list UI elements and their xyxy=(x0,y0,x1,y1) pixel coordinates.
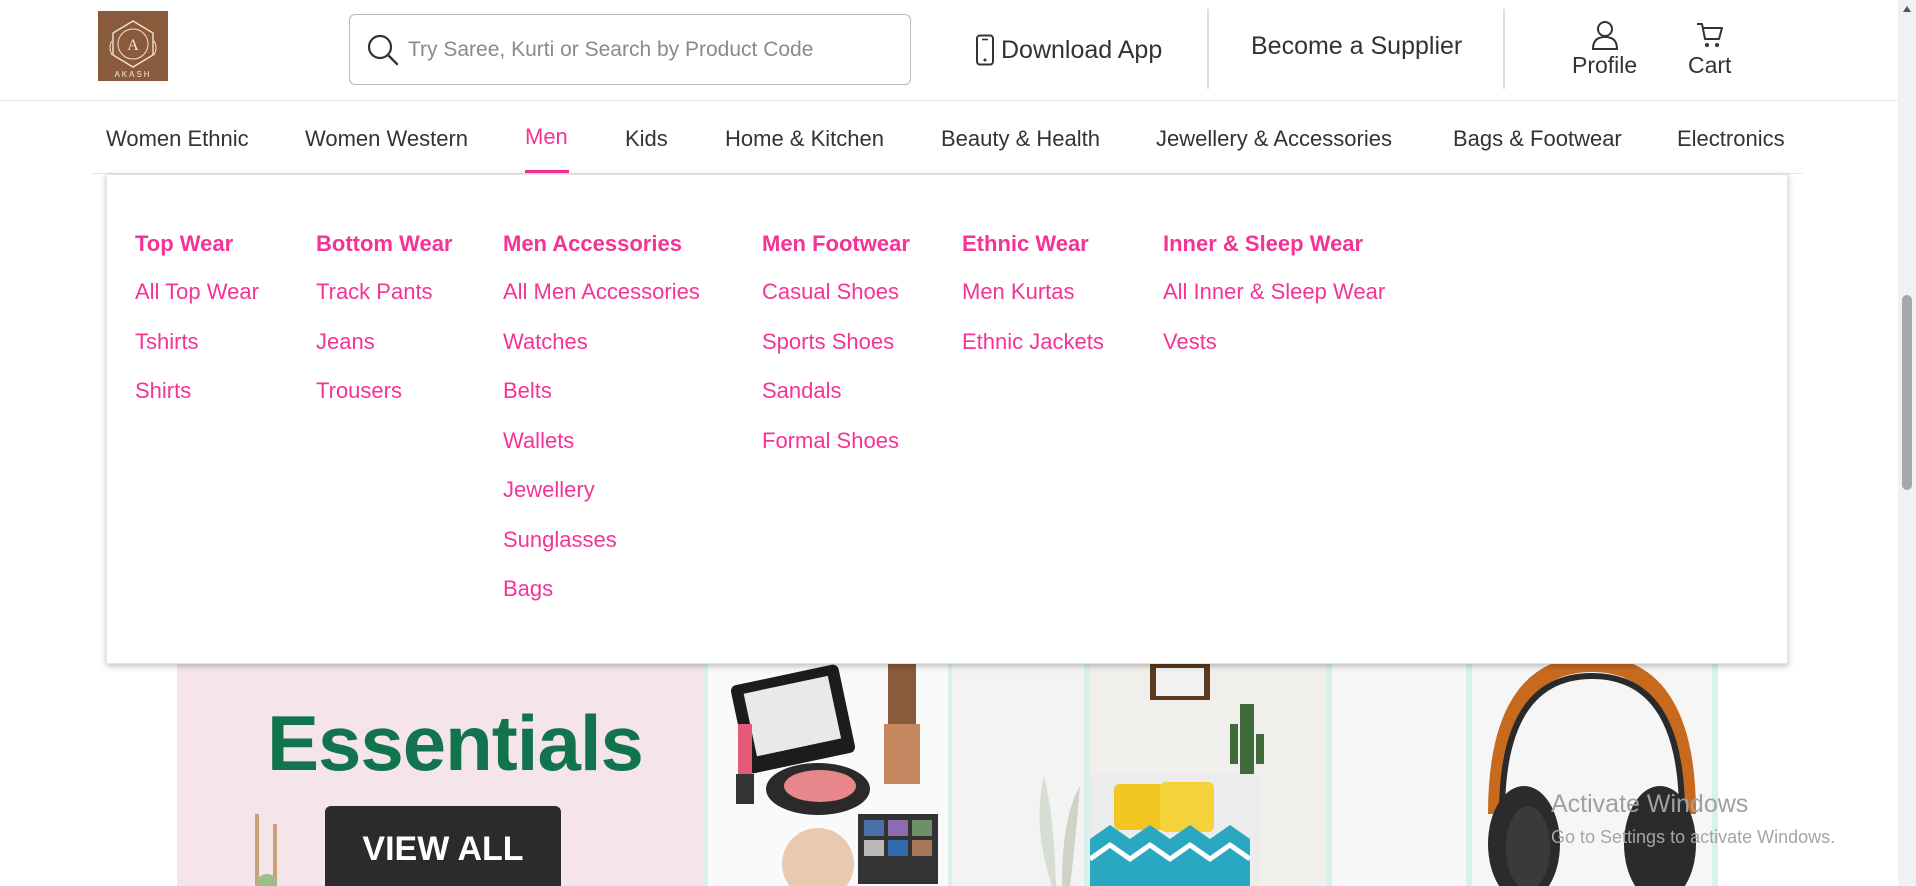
category-beauty-health[interactable]: Beauty & Health xyxy=(941,126,1100,152)
menu-link[interactable]: Casual Shoes xyxy=(762,279,910,329)
windows-activation-watermark: Activate Windows Go to Settings to activ… xyxy=(1551,790,1835,848)
menu-link[interactable]: All Inner & Sleep Wear xyxy=(1163,279,1385,329)
profile-label: Profile xyxy=(1572,52,1638,78)
category-bags-footwear[interactable]: Bags & Footwear xyxy=(1453,126,1622,152)
menu-link[interactable]: Belts xyxy=(503,378,700,428)
menu-heading[interactable]: Men Accessories xyxy=(503,231,700,257)
menu-heading[interactable]: Bottom Wear xyxy=(316,231,453,257)
search-input[interactable] xyxy=(408,37,888,62)
mobile-phone-icon xyxy=(975,34,995,66)
menu-link[interactable]: Watches xyxy=(503,329,700,379)
category-jewellery-accessories[interactable]: Jewellery & Accessories xyxy=(1156,126,1392,152)
bedroom-image xyxy=(1088,664,1264,886)
banner-headline: Essentials xyxy=(267,699,644,787)
menu-column-top-wear: Top Wear All Top Wear Tshirts Shirts xyxy=(135,231,259,428)
site-header: A AKASH Download App Become a Supplier P… xyxy=(0,0,1898,101)
cart-label: Cart xyxy=(1688,52,1732,78)
essentials-banner[interactable]: Essentials VIEW ALL xyxy=(177,664,704,886)
search-box[interactable] xyxy=(349,14,911,85)
category-nav: Women Ethnic Women Western Men Kids Home… xyxy=(92,102,1802,174)
page-scrollbar[interactable] xyxy=(1898,0,1916,886)
menu-link[interactable]: Vests xyxy=(1163,329,1385,379)
electronics-tile[interactable] xyxy=(1466,664,1718,886)
category-women-ethnic[interactable]: Women Ethnic xyxy=(106,126,249,152)
menu-heading[interactable]: Inner & Sleep Wear xyxy=(1163,231,1385,257)
menu-column-men-accessories: Men Accessories All Men Accessories Watc… xyxy=(503,231,700,626)
logo-letter: A xyxy=(127,37,139,54)
category-kids[interactable]: Kids xyxy=(625,126,668,152)
decor-tile xyxy=(952,664,1084,886)
view-all-button[interactable]: VIEW ALL xyxy=(325,806,561,886)
menu-column-ethnic-wear: Ethnic Wear Men Kurtas Ethnic Jackets xyxy=(962,231,1104,378)
plant-decor-image xyxy=(1039,776,1080,886)
download-app-label: Download App xyxy=(1001,35,1163,64)
menu-link[interactable]: All Men Accessories xyxy=(503,279,700,329)
scrollbar-thumb[interactable] xyxy=(1902,295,1912,490)
menu-link[interactable]: Formal Shoes xyxy=(762,428,910,478)
men-mega-menu: Top Wear All Top Wear Tshirts Shirts Bot… xyxy=(106,174,1788,664)
menu-link[interactable]: Bags xyxy=(503,576,700,626)
watermark-title: Activate Windows xyxy=(1551,790,1749,818)
menu-heading[interactable]: Ethnic Wear xyxy=(962,231,1104,257)
profile-icon xyxy=(1590,18,1620,50)
menu-link[interactable]: Ethnic Jackets xyxy=(962,329,1104,379)
menu-column-bottom-wear: Bottom Wear Track Pants Jeans Trousers xyxy=(316,231,453,428)
menu-link[interactable]: Sports Shoes xyxy=(762,329,910,379)
menu-link[interactable]: Jeans xyxy=(316,329,453,379)
beauty-product-tile[interactable] xyxy=(704,664,952,886)
menu-heading[interactable]: Men Footwear xyxy=(762,231,910,257)
menu-column-inner-sleep-wear: Inner & Sleep Wear All Inner & Sleep Wea… xyxy=(1163,231,1385,378)
scroll-up-arrow-icon[interactable] xyxy=(1898,0,1916,18)
category-women-western[interactable]: Women Western xyxy=(305,126,468,152)
menu-link[interactable]: Jewellery xyxy=(503,477,700,527)
category-home-kitchen[interactable]: Home & Kitchen xyxy=(725,126,884,152)
menu-link[interactable]: Men Kurtas xyxy=(962,279,1104,329)
menu-link[interactable]: Tshirts xyxy=(135,329,259,379)
active-category-indicator xyxy=(525,170,569,173)
headphones-image xyxy=(1488,664,1696,886)
header-divider xyxy=(1207,9,1209,89)
cart-button[interactable]: Cart xyxy=(1688,18,1731,79)
menu-link[interactable]: Shirts xyxy=(135,378,259,428)
menu-link[interactable]: Sandals xyxy=(762,378,910,428)
logo-text: AKASH xyxy=(114,70,151,79)
menu-link[interactable]: All Top Wear xyxy=(135,279,259,329)
logo-emblem-icon: A AKASH xyxy=(98,11,168,81)
menu-column-men-footwear: Men Footwear Casual Shoes Sports Shoes S… xyxy=(762,231,910,477)
menu-link[interactable]: Track Pants xyxy=(316,279,453,329)
menu-link[interactable]: Trousers xyxy=(316,378,453,428)
download-app-link[interactable]: Download App xyxy=(975,28,1162,72)
become-supplier-link[interactable]: Become a Supplier xyxy=(1251,32,1462,61)
decor-tile xyxy=(1332,664,1466,886)
profile-button[interactable]: Profile xyxy=(1572,18,1637,79)
header-divider xyxy=(1503,9,1505,89)
brand-logo[interactable]: A AKASH xyxy=(98,11,168,81)
search-icon[interactable] xyxy=(366,33,400,67)
category-electronics[interactable]: Electronics xyxy=(1677,126,1785,152)
watermark-subtitle: Go to Settings to activate Windows. xyxy=(1551,827,1836,847)
menu-link[interactable]: Sunglasses xyxy=(503,527,700,577)
category-men[interactable]: Men xyxy=(525,124,568,150)
menu-link[interactable]: Wallets xyxy=(503,428,700,478)
cart-icon xyxy=(1695,18,1725,50)
menu-heading[interactable]: Top Wear xyxy=(135,231,259,257)
plant-decor-icon xyxy=(255,814,277,886)
home-decor-tile[interactable] xyxy=(1084,664,1332,886)
makeup-kit-image xyxy=(730,664,938,886)
